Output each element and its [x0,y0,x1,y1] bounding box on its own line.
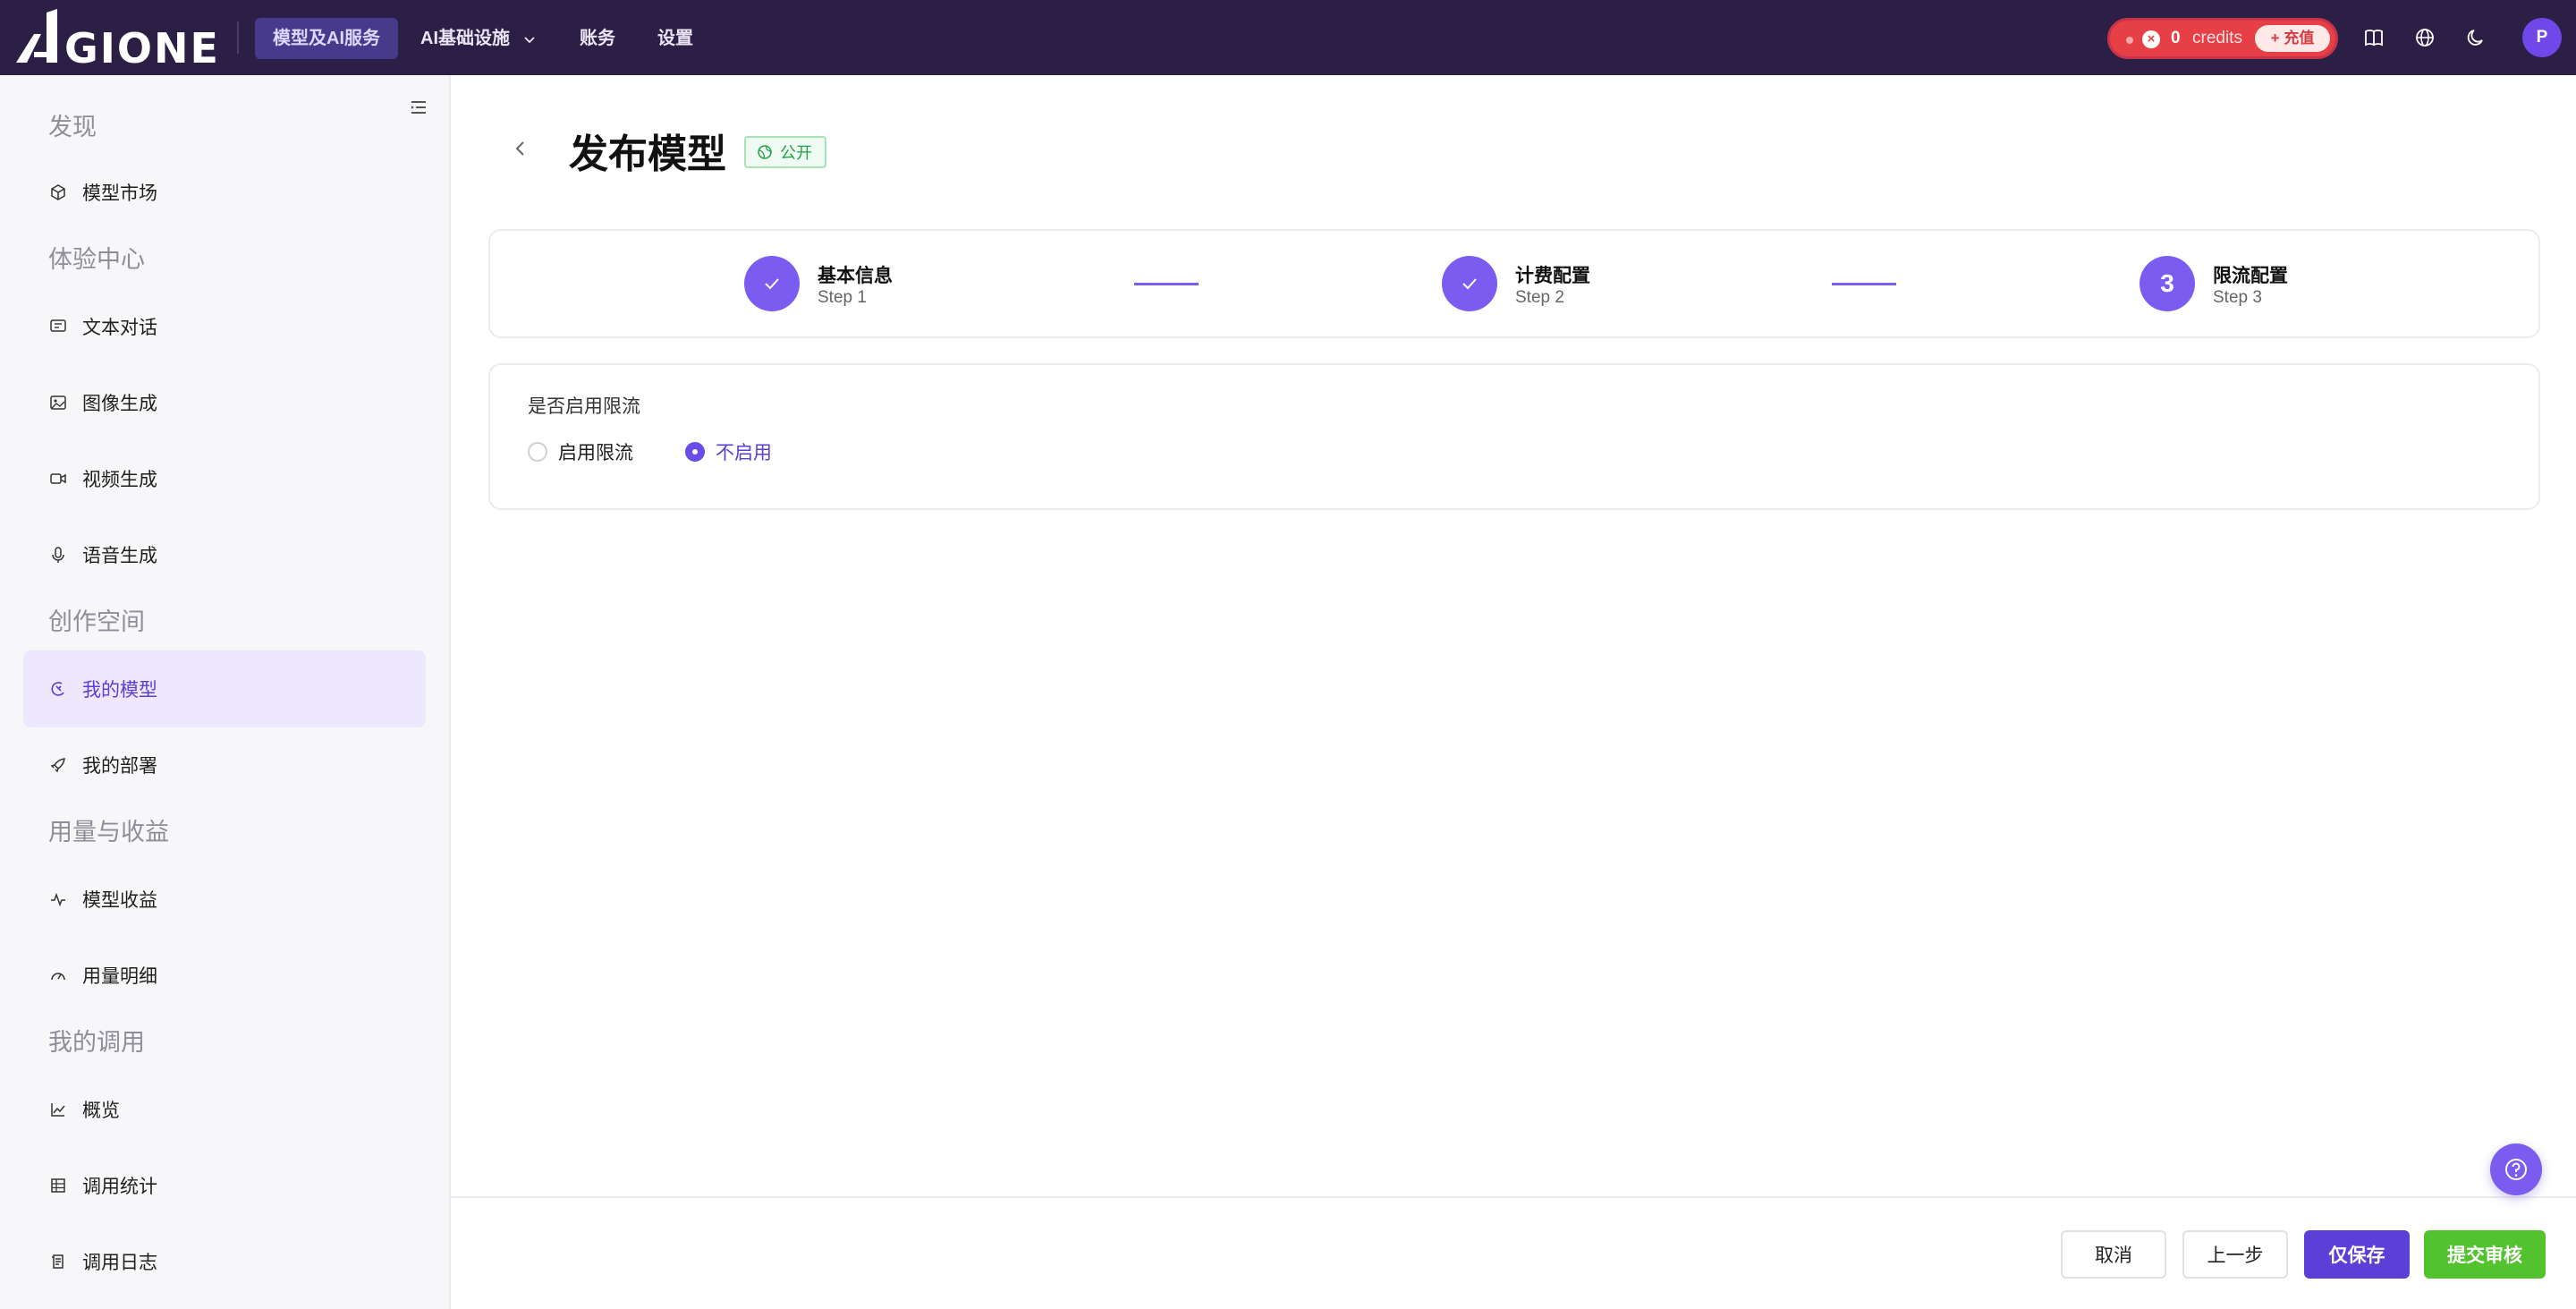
check-icon [1442,256,1497,311]
sidebar-item-label: 模型收益 [82,890,157,911]
chart-icon [48,1100,68,1119]
sidebar-item-label: 我的部署 [82,756,157,777]
model-icon [48,679,68,699]
image-icon [48,393,68,412]
sidebar-item-label: 我的模型 [82,680,157,701]
nav-model-ai-services[interactable]: 模型及AI服务 [255,18,398,59]
cancel-button[interactable]: 取消 [2061,1230,2166,1279]
book-icon[interactable] [2360,23,2388,52]
svg-text:GIONE: GIONE [64,24,220,68]
sidebar-item-overview[interactable]: 概览 [23,1071,426,1148]
check-icon [744,256,800,311]
sidebar-item-model-revenue[interactable]: 模型收益 [23,861,426,938]
steps-progress: 基本信息 Step 1 计费配置 Step 2 3 限流配置 Step 3 [488,229,2540,338]
sidebar-item-label: 图像生成 [82,394,157,414]
sidebar-item-my-models[interactable]: 我的模型 [23,650,426,727]
table-icon [48,1176,68,1195]
sidebar-item-label: 语音生成 [82,546,157,566]
radio-label: 不启用 [716,443,772,463]
sidebar-item-label: 文本对话 [82,318,157,338]
top-bar: GIONE 模型及AI服务 AI基础设施 账务 设置 × 0 credits +… [0,0,2576,75]
step-connector [1832,283,1896,285]
step-subtitle: Step 2 [1515,288,1564,307]
help-button[interactable] [2490,1143,2542,1195]
sidebar-item-label: 视频生成 [82,470,157,490]
group-title-usage-revenue: 用量与收益 [48,819,169,846]
sidebar-item-text-chat[interactable]: 文本对话 [23,288,426,365]
radio-label: 启用限流 [558,443,633,463]
sidebar-item-video-gen[interactable]: 视频生成 [23,440,426,517]
sidebar-item-label: 用量明细 [82,966,157,987]
sidebar-item-model-market[interactable]: 模型市场 [23,154,426,231]
nav-label: 设置 [657,29,693,48]
rate-limit-form: 是否启用限流 启用限流 不启用 [488,363,2540,510]
page-title: 发布模型 [569,132,726,176]
sidebar-item-voice-gen[interactable]: 语音生成 [23,516,426,593]
log-icon [48,1252,68,1271]
activity-icon [48,889,68,909]
collapse-menu-icon[interactable] [408,97,429,118]
nav-ai-infrastructure[interactable]: AI基础设施 [402,18,555,59]
main-content: 发布模型 公开 基本信息 Step 1 计费配置 Step 2 3 限流配置 S… [451,75,2576,1309]
back-arrow-icon[interactable] [508,136,533,161]
chevron-down-icon [523,37,535,43]
group-title-experience: 体验中心 [48,246,145,273]
cube-icon [48,183,68,202]
group-title-discover: 发现 [48,114,97,140]
credits-label: credits [2192,29,2242,47]
sidebar-item-label: 模型市场 [82,183,157,204]
previous-step-button[interactable]: 上一步 [2182,1230,2288,1279]
nav-label: AI基础设施 [420,29,510,48]
step-subtitle: Step 1 [818,288,867,307]
sidebar-item-image-gen[interactable]: 图像生成 [23,364,426,441]
sidebar-item-call-stats[interactable]: 调用统计 [23,1147,426,1224]
step-connector [1134,283,1199,285]
save-only-button[interactable]: 仅保存 [2304,1230,2410,1279]
sidebar-item-label: 调用日志 [82,1253,157,1273]
step-subtitle: Step 3 [2213,288,2262,307]
nav-label: 账务 [580,29,615,48]
topbar-divider [237,21,239,54]
group-title-my-calls: 我的调用 [48,1029,145,1056]
sidebar-item-call-logs[interactable]: 调用日志 [23,1223,426,1300]
radio-disable-rate-limit[interactable]: 不启用 [685,438,772,465]
credits-pill[interactable]: × 0 credits + 充值 [2107,18,2338,59]
submit-review-button[interactable]: 提交审核 [2424,1230,2546,1279]
credits-value: 0 [2171,29,2181,47]
step-title: 限流配置 [2213,266,2288,286]
video-icon [48,469,68,489]
mic-icon [48,545,68,565]
rocket-icon [48,755,68,775]
step-number: 3 [2140,256,2195,311]
sidebar-item-usage-detail[interactable]: 用量明细 [23,937,426,1014]
sidebar-item-my-deployments[interactable]: 我的部署 [23,727,426,803]
globe-icon[interactable] [2411,23,2439,52]
sidebar: 发现 模型市场 体验中心 文本对话 图像生成 视频生成 语音生成 创作空间 我的… [0,75,451,1309]
chat-icon [48,317,68,336]
avatar[interactable]: P [2522,18,2562,57]
globe-icon [758,145,772,159]
brand-logo[interactable]: GIONE [14,7,222,68]
group-title-creation: 创作空间 [48,608,145,635]
sidebar-item-label: 调用统计 [82,1177,157,1197]
nav-settings[interactable]: 设置 [640,18,711,59]
radio-circle[interactable] [528,442,547,462]
form-label: 是否启用限流 [528,396,640,417]
visibility-badge: 公开 [744,136,826,168]
question-icon [2505,1159,2527,1180]
recharge-button[interactable]: + 充值 [2255,25,2330,52]
nav-billing[interactable]: 账务 [562,18,633,59]
radio-circle[interactable] [685,442,705,462]
nav-label: 模型及AI服务 [273,29,380,48]
gauge-icon [48,965,68,985]
step-title: 计费配置 [1515,266,1590,286]
sidebar-item-label: 概览 [82,1101,120,1121]
error-icon: × [2142,30,2160,48]
status-dot [2126,37,2133,44]
moon-icon[interactable] [2462,23,2490,52]
badge-label: 公开 [780,144,812,162]
step-title: 基本信息 [818,266,893,286]
radio-enable-rate-limit[interactable]: 启用限流 [528,438,633,465]
